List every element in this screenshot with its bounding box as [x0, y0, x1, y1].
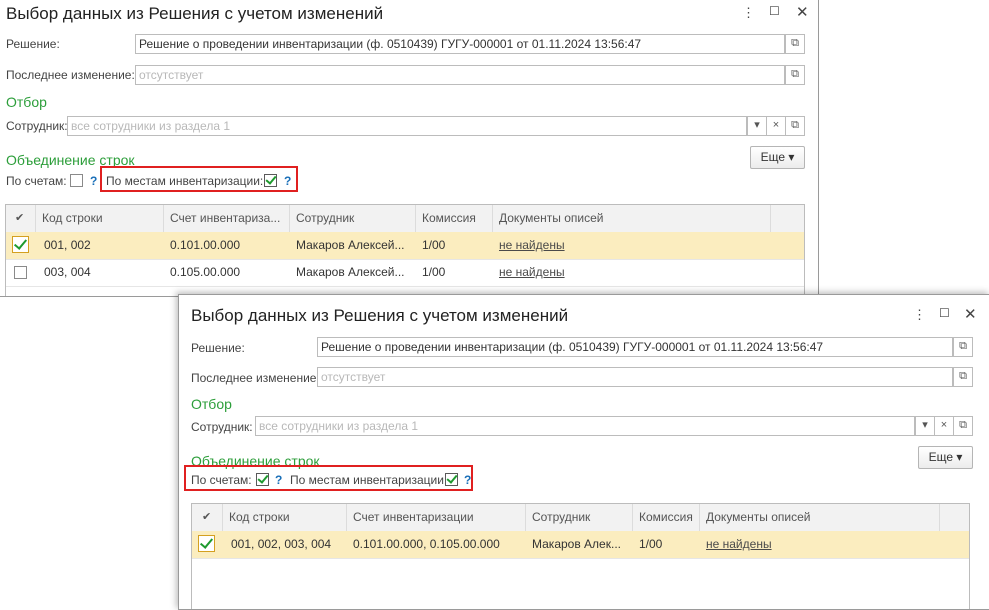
- check-column-icon[interactable]: ✔: [6, 205, 36, 232]
- table-row[interactable]: 003, 004 0.105.00.000 Макаров Алексей...…: [6, 259, 804, 287]
- decision-label: Решение:: [191, 341, 245, 355]
- open-form-icon[interactable]: ⧉: [785, 65, 805, 85]
- decision-field[interactable]: Решение о проведении инвентаризации (ф. …: [135, 34, 785, 54]
- column-header[interactable]: Сотрудник: [290, 205, 416, 232]
- data-table: ✔ Код строки Счет инвентариза... Сотрудн…: [5, 204, 805, 296]
- close-icon[interactable]: ✕: [796, 3, 809, 21]
- filter-section-title: Отбор: [191, 396, 232, 412]
- by-places-checkbox[interactable]: [445, 473, 458, 486]
- by-places-checkbox[interactable]: [264, 174, 277, 187]
- kebab-menu-icon[interactable]: ⋮: [742, 5, 755, 21]
- row-commission: 1/00: [422, 265, 446, 279]
- more-button[interactable]: Еще ▾: [918, 446, 973, 469]
- row-employee: Макаров Алексей...: [296, 265, 405, 279]
- column-header[interactable]: Счет инвентариза...: [164, 205, 290, 232]
- dialog-window-back: Выбор данных из Решения с учетом изменен…: [0, 0, 819, 297]
- help-question-icon[interactable]: ?: [275, 473, 282, 487]
- check-column-icon[interactable]: ✔: [192, 504, 223, 531]
- column-header[interactable]: Счет инвентаризации: [347, 504, 526, 531]
- row-employee: Макаров Алексей...: [296, 238, 405, 252]
- clear-icon[interactable]: ×: [934, 416, 954, 436]
- by-accounts-label: По счетам:: [191, 473, 252, 487]
- open-form-icon[interactable]: ⧉: [953, 337, 973, 357]
- row-commission: 1/00: [422, 238, 446, 252]
- column-header[interactable]: Сотрудник: [526, 504, 633, 531]
- by-accounts-checkbox[interactable]: [256, 473, 269, 486]
- table-row[interactable]: 001, 002, 003, 004 0.101.00.000, 0.105.0…: [192, 531, 969, 559]
- column-header[interactable]: Документы описей: [493, 205, 771, 232]
- maximize-icon[interactable]: ☐: [939, 306, 950, 320]
- dialog-window-front: Выбор данных из Решения с учетом изменен…: [178, 294, 989, 610]
- column-header[interactable]: Комиссия: [633, 504, 700, 531]
- by-places-label: По местам инвентаризации:: [290, 473, 448, 487]
- decision-label: Решение:: [6, 37, 60, 51]
- table-row[interactable]: 001, 002 0.101.00.000 Макаров Алексей...…: [6, 232, 804, 260]
- last-change-label: Последнее изменение:: [6, 68, 135, 82]
- row-employee: Макаров Алек...: [532, 537, 621, 551]
- row-code: 001, 002: [44, 238, 91, 252]
- help-question-icon[interactable]: ?: [284, 174, 291, 188]
- maximize-icon[interactable]: ☐: [769, 4, 780, 18]
- row-checkbox[interactable]: [14, 266, 27, 279]
- by-places-label: По местам инвентаризации:: [106, 174, 264, 188]
- more-button[interactable]: Еще ▾: [750, 146, 805, 169]
- employee-field[interactable]: все сотрудники из раздела 1: [255, 416, 915, 436]
- chevron-down-icon[interactable]: ▾: [915, 416, 935, 436]
- row-docs-link[interactable]: не найдены: [493, 259, 565, 286]
- column-header[interactable]: Код строки: [36, 205, 164, 232]
- row-code: 003, 004: [44, 265, 91, 279]
- close-icon[interactable]: ✕: [964, 305, 977, 323]
- row-account: 0.101.00.000: [170, 238, 241, 252]
- data-table: ✔ Код строки Счет инвентаризации Сотрудн…: [191, 503, 970, 609]
- table-header: ✔ Код строки Счет инвентаризации Сотрудн…: [192, 504, 969, 532]
- employee-label: Сотрудник:: [6, 119, 68, 133]
- clear-icon[interactable]: ×: [766, 116, 786, 136]
- decision-field[interactable]: Решение о проведении инвентаризации (ф. …: [317, 337, 953, 357]
- by-accounts-checkbox[interactable]: [70, 174, 83, 187]
- table-header: ✔ Код строки Счет инвентариза... Сотрудн…: [6, 205, 804, 233]
- row-account: 0.101.00.000, 0.105.00.000: [353, 537, 500, 551]
- open-form-icon[interactable]: ⧉: [785, 34, 805, 54]
- row-docs-link[interactable]: не найдены: [700, 531, 772, 558]
- last-change-label: Последнее изменение:: [191, 371, 320, 385]
- help-question-icon[interactable]: ?: [464, 473, 471, 487]
- chevron-down-icon[interactable]: ▾: [747, 116, 767, 136]
- last-change-field[interactable]: отсутствует: [317, 367, 953, 387]
- column-header[interactable]: Комиссия: [416, 205, 493, 232]
- by-accounts-label: По счетам:: [6, 174, 67, 188]
- row-checkbox[interactable]: [12, 236, 29, 253]
- open-form-icon[interactable]: ⧉: [953, 416, 973, 436]
- column-header[interactable]: Код строки: [223, 504, 347, 531]
- open-form-icon[interactable]: ⧉: [953, 367, 973, 387]
- last-change-field[interactable]: отсутствует: [135, 65, 785, 85]
- window-title: Выбор данных из Решения с учетом изменен…: [6, 4, 384, 23]
- employee-label: Сотрудник:: [191, 420, 253, 434]
- row-docs-link[interactable]: не найдены: [493, 232, 565, 259]
- row-commission: 1/00: [639, 537, 663, 551]
- row-code: 001, 002, 003, 004: [231, 537, 332, 551]
- column-header[interactable]: Документы описей: [700, 504, 940, 531]
- kebab-menu-icon[interactable]: ⋮: [913, 307, 926, 323]
- row-checkbox[interactable]: [198, 535, 215, 552]
- employee-field[interactable]: все сотрудники из раздела 1: [67, 116, 747, 136]
- filter-section-title: Отбор: [6, 94, 47, 110]
- open-form-icon[interactable]: ⧉: [785, 116, 805, 136]
- window-title: Выбор данных из Решения с учетом изменен…: [191, 306, 569, 325]
- row-account: 0.105.00.000: [170, 265, 241, 279]
- help-question-icon[interactable]: ?: [90, 174, 97, 188]
